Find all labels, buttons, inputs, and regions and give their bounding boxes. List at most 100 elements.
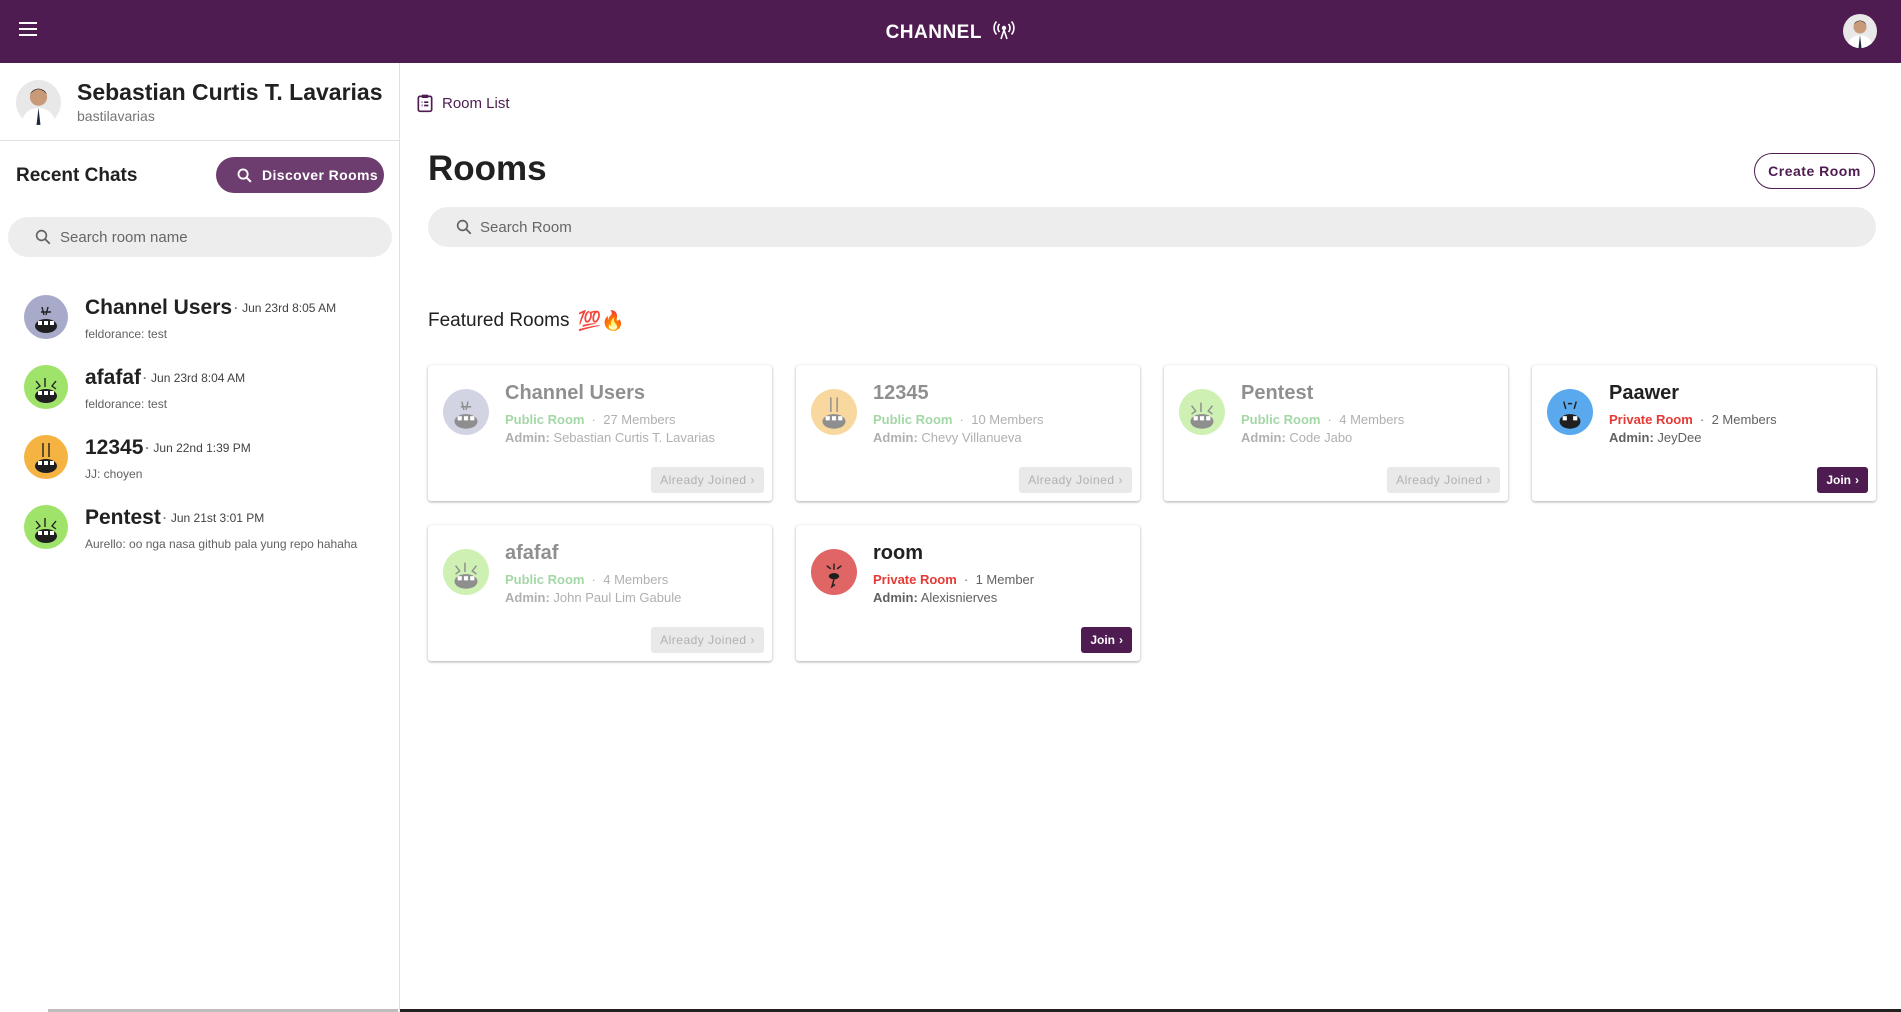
room-admin: Admin: John Paul Lim Gabule (505, 590, 681, 605)
room-avatar (1179, 389, 1225, 435)
top-app-bar: CHANNEL (0, 0, 1901, 63)
profile-name: Sebastian Curtis T. Lavarias (77, 79, 383, 105)
chat-item-afafaf[interactable]: afafaf · Jun 23rd 8:04 AM feldorance: test (0, 353, 399, 423)
room-name: room (873, 542, 923, 564)
room-avatar (24, 435, 68, 479)
room-avatar (811, 389, 857, 435)
chat-name: afafaf (85, 366, 142, 389)
room-type: Private Room (1609, 412, 1693, 427)
room-card-room: room Private Room · 1 Member Admin: Alex… (796, 525, 1140, 661)
chat-item-pentest[interactable]: Pentest · Jun 21st 3:01 PM Aurello: oo nga… (0, 493, 399, 563)
room-members: 2 Members (1711, 412, 1777, 427)
chat-item-12345[interactable]: 12345 · Jun 22nd 1:39 PM JJ: choyen (0, 423, 399, 493)
button-label: Already Joined (1396, 473, 1483, 487)
chevron-right-icon: › (1118, 473, 1123, 487)
already-joined-button[interactable]: Already Joined › (1019, 467, 1132, 493)
chevron-right-icon: › (1855, 473, 1859, 487)
admin-label: Admin: (505, 590, 550, 605)
admin-label: Admin: (1609, 430, 1654, 445)
main-content: Room List Rooms Create Room Featured Roo… (401, 63, 1901, 1012)
room-card-channel-users: Channel Users Public Room · 27 Members A… (428, 365, 772, 501)
room-type: Public Room (873, 412, 953, 427)
room-meta: Public Room · 4 Members (1241, 412, 1405, 427)
chat-name: 12345 (85, 436, 144, 459)
room-avatar (811, 549, 857, 595)
discover-rooms-label: Discover Rooms (262, 167, 379, 183)
room-type: Private Room (873, 572, 957, 587)
create-room-button[interactable]: Create Room (1754, 153, 1875, 189)
breadcrumb-label: Room List (442, 94, 510, 112)
brand-title: CHANNEL (885, 22, 982, 44)
chat-last-message: feldorance: test (85, 327, 168, 341)
room-type: Public Room (1241, 412, 1321, 427)
chat-name-row: afafaf · Jun 23rd 8:04 AM (85, 366, 245, 390)
admin-name: Chevy Villanueva (921, 430, 1022, 445)
featured-rooms-title: Featured Rooms 💯🔥 (428, 309, 625, 333)
admin-label: Admin: (873, 590, 918, 605)
room-meta: Public Room · 27 Members (505, 412, 676, 427)
user-avatar[interactable] (1843, 14, 1877, 48)
room-meta: Public Room · 10 Members (873, 412, 1044, 427)
separator-dot: · (162, 511, 167, 526)
chevron-right-icon: › (1486, 473, 1491, 487)
hundred-fire-emoji-icon: 💯🔥 (577, 311, 625, 332)
room-card-pentest: Pentest Public Room · 4 Members Admin: C… (1164, 365, 1508, 501)
room-name: 12345 (873, 382, 929, 404)
button-label: Already Joined (660, 633, 747, 647)
brand-logo[interactable]: CHANNEL (0, 20, 1901, 46)
already-joined-button[interactable]: Already Joined › (1387, 467, 1500, 493)
already-joined-button[interactable]: Already Joined › (651, 467, 764, 493)
room-name: Paawer (1609, 382, 1680, 404)
already-joined-button[interactable]: Already Joined › (651, 627, 764, 653)
room-members: 1 Member (975, 572, 1035, 587)
chevron-right-icon: › (750, 473, 755, 487)
room-avatar (1547, 389, 1593, 435)
room-admin: Admin: Code Jabo (1241, 430, 1352, 445)
chat-name: Pentest (85, 506, 161, 529)
chat-last-message: Aurello: oo nga nasa github pala yung re… (85, 537, 358, 551)
chat-timestamp: Jun 23rd 8:04 AM (151, 371, 246, 386)
admin-label: Admin: (505, 430, 550, 445)
profile-username: bastilavarias (77, 108, 155, 124)
room-avatar (24, 365, 68, 409)
button-label: Already Joined (660, 473, 747, 487)
chat-item-channel-users[interactable]: Channel Users · Jun 23rd 8:05 AM feldoranc… (0, 283, 399, 353)
room-type: Public Room (505, 572, 585, 587)
room-avatar (24, 295, 68, 339)
button-label: Join (1090, 633, 1115, 647)
room-members: 10 Members (971, 412, 1044, 427)
chevron-right-icon: › (1119, 633, 1123, 647)
room-admin: Admin: Sebastian Curtis T. Lavarias (505, 430, 715, 445)
room-card-afafaf: afafaf Public Room · 4 Members Admin: Jo… (428, 525, 772, 661)
join-button[interactable]: Join › (1817, 467, 1868, 493)
room-members: 4 Members (1339, 412, 1405, 427)
recent-chat-list: Channel Users · Jun 23rd 8:05 AM feldoranc… (0, 283, 399, 563)
room-search-bar (8, 217, 392, 257)
broadcast-icon (993, 20, 1016, 46)
join-button[interactable]: Join › (1081, 627, 1132, 653)
chat-timestamp: Jun 23rd 8:05 AM (242, 301, 337, 316)
sidebar: Sebastian Curtis T. Lavarias bastilavari… (0, 63, 400, 1012)
admin-name: Code Jabo (1289, 430, 1353, 445)
room-avatar (24, 505, 68, 549)
room-name: afafaf (505, 542, 559, 564)
chat-timestamp: Jun 22nd 1:39 PM (153, 441, 251, 456)
chat-name-row: 12345 · Jun 22nd 1:39 PM (85, 436, 251, 460)
breadcrumb[interactable]: Room List (415, 93, 510, 113)
room-search-input[interactable] (480, 215, 1860, 239)
button-label: Join (1826, 473, 1851, 487)
room-name: Channel Users (505, 382, 646, 404)
room-search-bar (428, 207, 1876, 247)
chat-name-row: Channel Users · Jun 23rd 8:05 AM (85, 296, 336, 320)
room-card-paawer: Paawer Private Room · 2 Members Admin: J… (1532, 365, 1876, 501)
discover-rooms-button[interactable]: Discover Rooms (216, 157, 384, 193)
profile-avatar[interactable] (16, 80, 61, 125)
chat-last-message: JJ: choyen (85, 467, 143, 481)
admin-name: John Paul Lim Gabule (553, 590, 682, 605)
admin-name: Alexisnierves (920, 590, 998, 605)
room-search-input[interactable] (60, 225, 380, 249)
room-members: 4 Members (603, 572, 669, 587)
chat-last-message: feldorance: test (85, 397, 168, 411)
room-meta: Private Room · 2 Members (1609, 412, 1777, 427)
room-avatar (443, 549, 489, 595)
